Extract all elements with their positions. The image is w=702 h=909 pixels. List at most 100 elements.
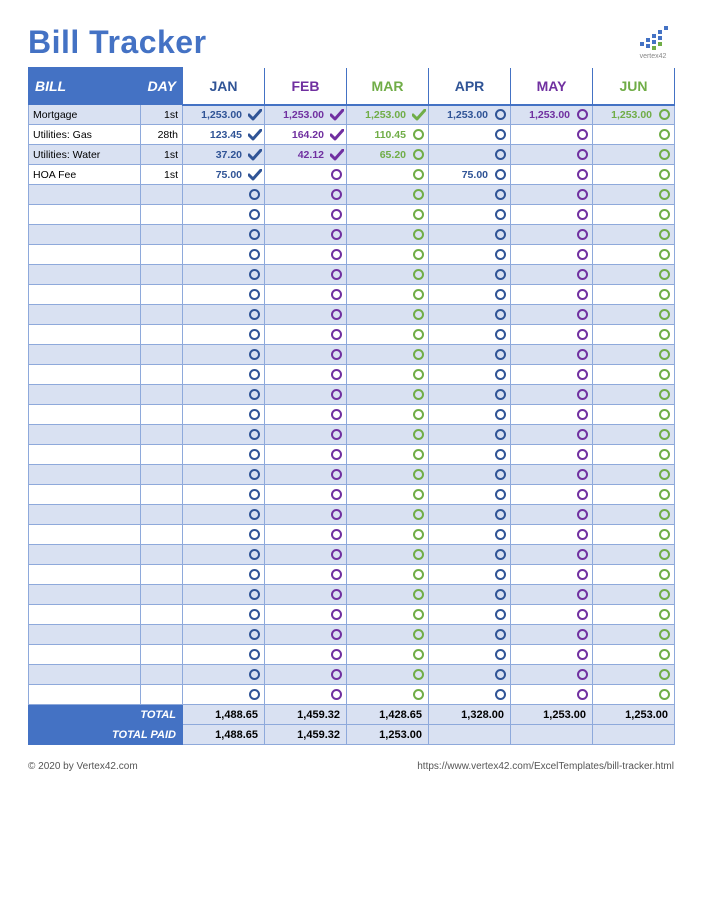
bill-amount[interactable] (511, 645, 593, 665)
unpaid-circle-icon[interactable] (576, 669, 588, 681)
bill-amount[interactable] (593, 185, 675, 205)
unpaid-circle-icon[interactable] (412, 629, 424, 641)
bill-amount[interactable] (593, 665, 675, 685)
bill-name[interactable] (29, 625, 141, 645)
unpaid-circle-icon[interactable] (330, 369, 342, 381)
unpaid-circle-icon[interactable] (494, 209, 506, 221)
unpaid-circle-icon[interactable] (576, 689, 588, 701)
unpaid-circle-icon[interactable] (494, 569, 506, 581)
unpaid-circle-icon[interactable] (248, 529, 260, 541)
unpaid-circle-icon[interactable] (330, 169, 342, 181)
bill-amount[interactable] (429, 145, 511, 165)
paid-check-icon[interactable] (412, 109, 424, 121)
bill-day[interactable] (141, 525, 183, 545)
unpaid-circle-icon[interactable] (494, 549, 506, 561)
unpaid-circle-icon[interactable] (494, 669, 506, 681)
bill-day[interactable]: 1st (141, 145, 183, 165)
unpaid-circle-icon[interactable] (248, 629, 260, 641)
bill-amount[interactable] (265, 265, 347, 285)
unpaid-circle-icon[interactable] (494, 309, 506, 321)
bill-amount[interactable] (347, 225, 429, 245)
unpaid-circle-icon[interactable] (658, 509, 670, 521)
unpaid-circle-icon[interactable] (412, 309, 424, 321)
bill-amount[interactable] (593, 345, 675, 365)
bill-amount[interactable] (511, 165, 593, 185)
unpaid-circle-icon[interactable] (248, 649, 260, 661)
unpaid-circle-icon[interactable] (576, 289, 588, 301)
unpaid-circle-icon[interactable] (658, 269, 670, 281)
unpaid-circle-icon[interactable] (330, 509, 342, 521)
bill-amount[interactable] (511, 125, 593, 145)
unpaid-circle-icon[interactable] (330, 249, 342, 261)
unpaid-circle-icon[interactable] (494, 369, 506, 381)
paid-check-icon[interactable] (248, 109, 260, 121)
bill-amount[interactable] (429, 405, 511, 425)
bill-amount[interactable] (511, 505, 593, 525)
bill-amount[interactable] (429, 225, 511, 245)
bill-amount[interactable] (429, 565, 511, 585)
bill-amount[interactable] (511, 445, 593, 465)
unpaid-circle-icon[interactable] (576, 209, 588, 221)
bill-amount[interactable] (347, 665, 429, 685)
unpaid-circle-icon[interactable] (412, 269, 424, 281)
bill-amount[interactable] (593, 325, 675, 345)
bill-amount[interactable] (347, 485, 429, 505)
bill-amount[interactable] (265, 405, 347, 425)
unpaid-circle-icon[interactable] (494, 329, 506, 341)
bill-day[interactable] (141, 645, 183, 665)
bill-day[interactable] (141, 365, 183, 385)
bill-amount[interactable]: 1,253.00 (183, 105, 265, 125)
bill-amount[interactable] (183, 305, 265, 325)
bill-amount[interactable] (265, 285, 347, 305)
unpaid-circle-icon[interactable] (494, 469, 506, 481)
unpaid-circle-icon[interactable] (658, 209, 670, 221)
unpaid-circle-icon[interactable] (658, 389, 670, 401)
bill-amount[interactable] (347, 685, 429, 705)
bill-name[interactable] (29, 545, 141, 565)
bill-day[interactable] (141, 485, 183, 505)
bill-name[interactable] (29, 445, 141, 465)
bill-amount[interactable] (265, 505, 347, 525)
bill-name[interactable]: Utilities: Gas (29, 125, 141, 145)
unpaid-circle-icon[interactable] (412, 569, 424, 581)
unpaid-circle-icon[interactable] (412, 329, 424, 341)
bill-amount[interactable] (593, 305, 675, 325)
bill-amount[interactable] (511, 465, 593, 485)
bill-amount[interactable] (265, 465, 347, 485)
unpaid-circle-icon[interactable] (248, 289, 260, 301)
bill-amount[interactable] (593, 365, 675, 385)
bill-amount[interactable] (429, 465, 511, 485)
bill-amount[interactable] (511, 225, 593, 245)
bill-amount[interactable] (593, 245, 675, 265)
unpaid-circle-icon[interactable] (412, 289, 424, 301)
bill-amount[interactable] (593, 505, 675, 525)
bill-amount[interactable] (347, 205, 429, 225)
unpaid-circle-icon[interactable] (412, 449, 424, 461)
unpaid-circle-icon[interactable] (248, 609, 260, 621)
bill-amount[interactable] (593, 545, 675, 565)
bill-amount[interactable]: 42.12 (265, 145, 347, 165)
bill-amount[interactable]: 1,253.00 (265, 105, 347, 125)
bill-amount[interactable] (183, 245, 265, 265)
unpaid-circle-icon[interactable] (494, 189, 506, 201)
unpaid-circle-icon[interactable] (576, 589, 588, 601)
bill-amount[interactable] (429, 205, 511, 225)
unpaid-circle-icon[interactable] (330, 489, 342, 501)
unpaid-circle-icon[interactable] (494, 529, 506, 541)
unpaid-circle-icon[interactable] (494, 349, 506, 361)
bill-amount[interactable] (511, 545, 593, 565)
bill-amount[interactable] (511, 625, 593, 645)
unpaid-circle-icon[interactable] (248, 349, 260, 361)
bill-amount[interactable] (265, 665, 347, 685)
bill-amount[interactable] (265, 245, 347, 265)
bill-amount[interactable] (183, 585, 265, 605)
bill-amount[interactable] (265, 305, 347, 325)
bill-amount[interactable] (429, 245, 511, 265)
bill-name[interactable] (29, 265, 141, 285)
bill-day[interactable]: 1st (141, 165, 183, 185)
bill-amount[interactable] (347, 505, 429, 525)
unpaid-circle-icon[interactable] (494, 169, 506, 181)
bill-amount[interactable]: 75.00 (183, 165, 265, 185)
bill-amount[interactable] (593, 425, 675, 445)
bill-amount[interactable] (593, 565, 675, 585)
